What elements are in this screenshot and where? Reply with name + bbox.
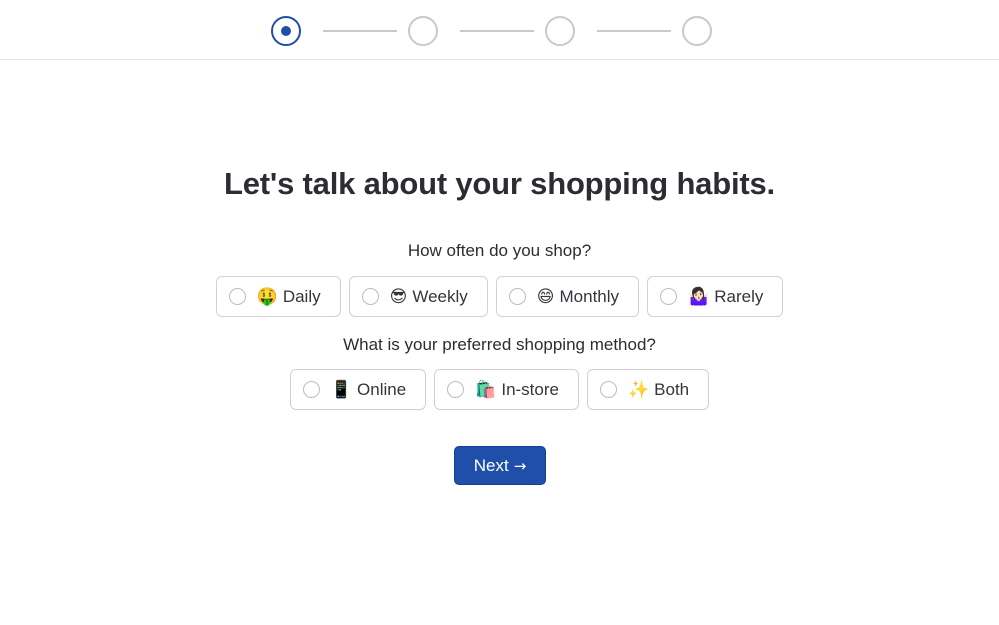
option-label: Both <box>654 379 690 399</box>
progress-stepper-bar <box>0 0 999 60</box>
radio-icon[interactable] <box>447 381 465 398</box>
option-rarely[interactable]: 🤷🏻‍♀️ Rarely <box>647 276 784 317</box>
sunglasses-emoji-icon: 😎 <box>389 286 408 307</box>
radio-icon[interactable] <box>361 288 379 305</box>
money-face-emoji-icon: 🤑 <box>256 286 278 307</box>
step-connector <box>460 30 534 32</box>
option-weekly[interactable]: 😎 Weekly <box>348 276 488 317</box>
step-connector <box>597 30 671 32</box>
option-label: Weekly <box>412 286 468 306</box>
progress-stepper <box>271 16 712 46</box>
option-both[interactable]: ✨ Both <box>586 369 710 410</box>
next-button-label: Next <box>473 455 509 475</box>
radio-icon[interactable] <box>228 288 246 305</box>
question-shopping-method: What is your preferred shopping method? <box>343 335 656 354</box>
option-label: Online <box>357 379 407 399</box>
smile-emoji-icon: 😄 <box>536 286 555 307</box>
shopping-bags-emoji-icon: 🛍️ <box>475 379 497 400</box>
step-1-indicator <box>271 16 301 46</box>
option-in-store[interactable]: 🛍️ In-store <box>434 369 579 410</box>
radio-icon[interactable] <box>599 381 617 398</box>
radio-icon[interactable] <box>508 288 526 305</box>
radio-icon[interactable] <box>302 381 320 398</box>
step-active-dot <box>281 26 291 36</box>
option-label: Monthly <box>559 286 620 306</box>
step-connector <box>323 30 397 32</box>
shrug-emoji-icon: 🤷🏻‍♀️ <box>688 286 710 307</box>
page-title: Let's talk about your shopping habits. <box>224 166 775 201</box>
next-button[interactable]: Next → <box>454 446 546 485</box>
mobile-phone-emoji-icon: 📱 <box>330 379 353 400</box>
step-4-indicator <box>682 16 712 46</box>
step-2-indicator <box>408 16 438 46</box>
arrow-right-icon: → <box>513 456 527 475</box>
option-online[interactable]: 📱 Online <box>289 369 427 410</box>
option-monthly[interactable]: 😄 Monthly <box>495 276 640 317</box>
option-daily[interactable]: 🤑 Daily <box>215 276 341 317</box>
shop-frequency-options: 🤑 Daily 😎 Weekly 😄 Monthly 🤷🏻‍♀️ Rarely <box>0 276 999 317</box>
radio-icon[interactable] <box>660 288 678 305</box>
option-label: In-store <box>501 379 559 399</box>
shopping-method-options: 📱 Online 🛍️ In-store ✨ Both <box>0 369 999 410</box>
sparkles-emoji-icon: ✨ <box>627 379 650 400</box>
step-3-indicator <box>545 16 575 46</box>
option-label: Daily <box>282 286 321 306</box>
question-shop-frequency: How often do you shop? <box>407 241 592 260</box>
option-label: Rarely <box>714 286 764 306</box>
